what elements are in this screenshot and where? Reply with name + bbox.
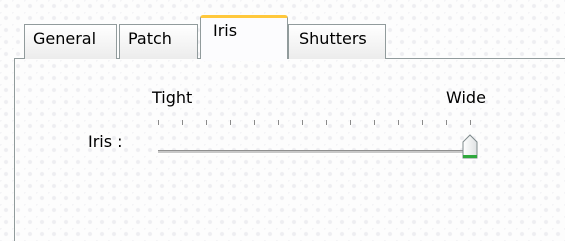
slider-tick bbox=[374, 120, 375, 125]
tab-patch-label: Patch bbox=[128, 29, 172, 48]
slider-tick bbox=[302, 120, 303, 125]
slider-tick bbox=[398, 120, 399, 125]
tab-iris[interactable]: Iris bbox=[200, 15, 288, 61]
slider-tick bbox=[446, 120, 447, 125]
iris-slider[interactable] bbox=[156, 100, 478, 170]
iris-label: Iris : bbox=[88, 132, 123, 151]
slider-track[interactable] bbox=[158, 150, 470, 154]
slider-tick bbox=[326, 120, 327, 125]
slider-tick bbox=[182, 120, 183, 125]
tab-patch[interactable]: Patch bbox=[119, 24, 198, 59]
tab-general[interactable]: General bbox=[24, 24, 117, 59]
slider-tick bbox=[206, 120, 207, 125]
tab-general-label: General bbox=[33, 29, 97, 48]
tab-shutters-label: Shutters bbox=[299, 29, 367, 48]
tab-shutters[interactable]: Shutters bbox=[288, 24, 386, 59]
slider-tick bbox=[158, 120, 159, 125]
slider-tick bbox=[278, 120, 279, 125]
slider-tick bbox=[470, 120, 471, 125]
slider-thumb[interactable] bbox=[462, 134, 478, 160]
slider-thumb-icon bbox=[462, 134, 478, 159]
slider-tick bbox=[350, 120, 351, 125]
slider-tick bbox=[254, 120, 255, 125]
tab-iris-label: Iris bbox=[213, 21, 238, 40]
slider-tick bbox=[230, 120, 231, 125]
slider-tick bbox=[422, 120, 423, 125]
